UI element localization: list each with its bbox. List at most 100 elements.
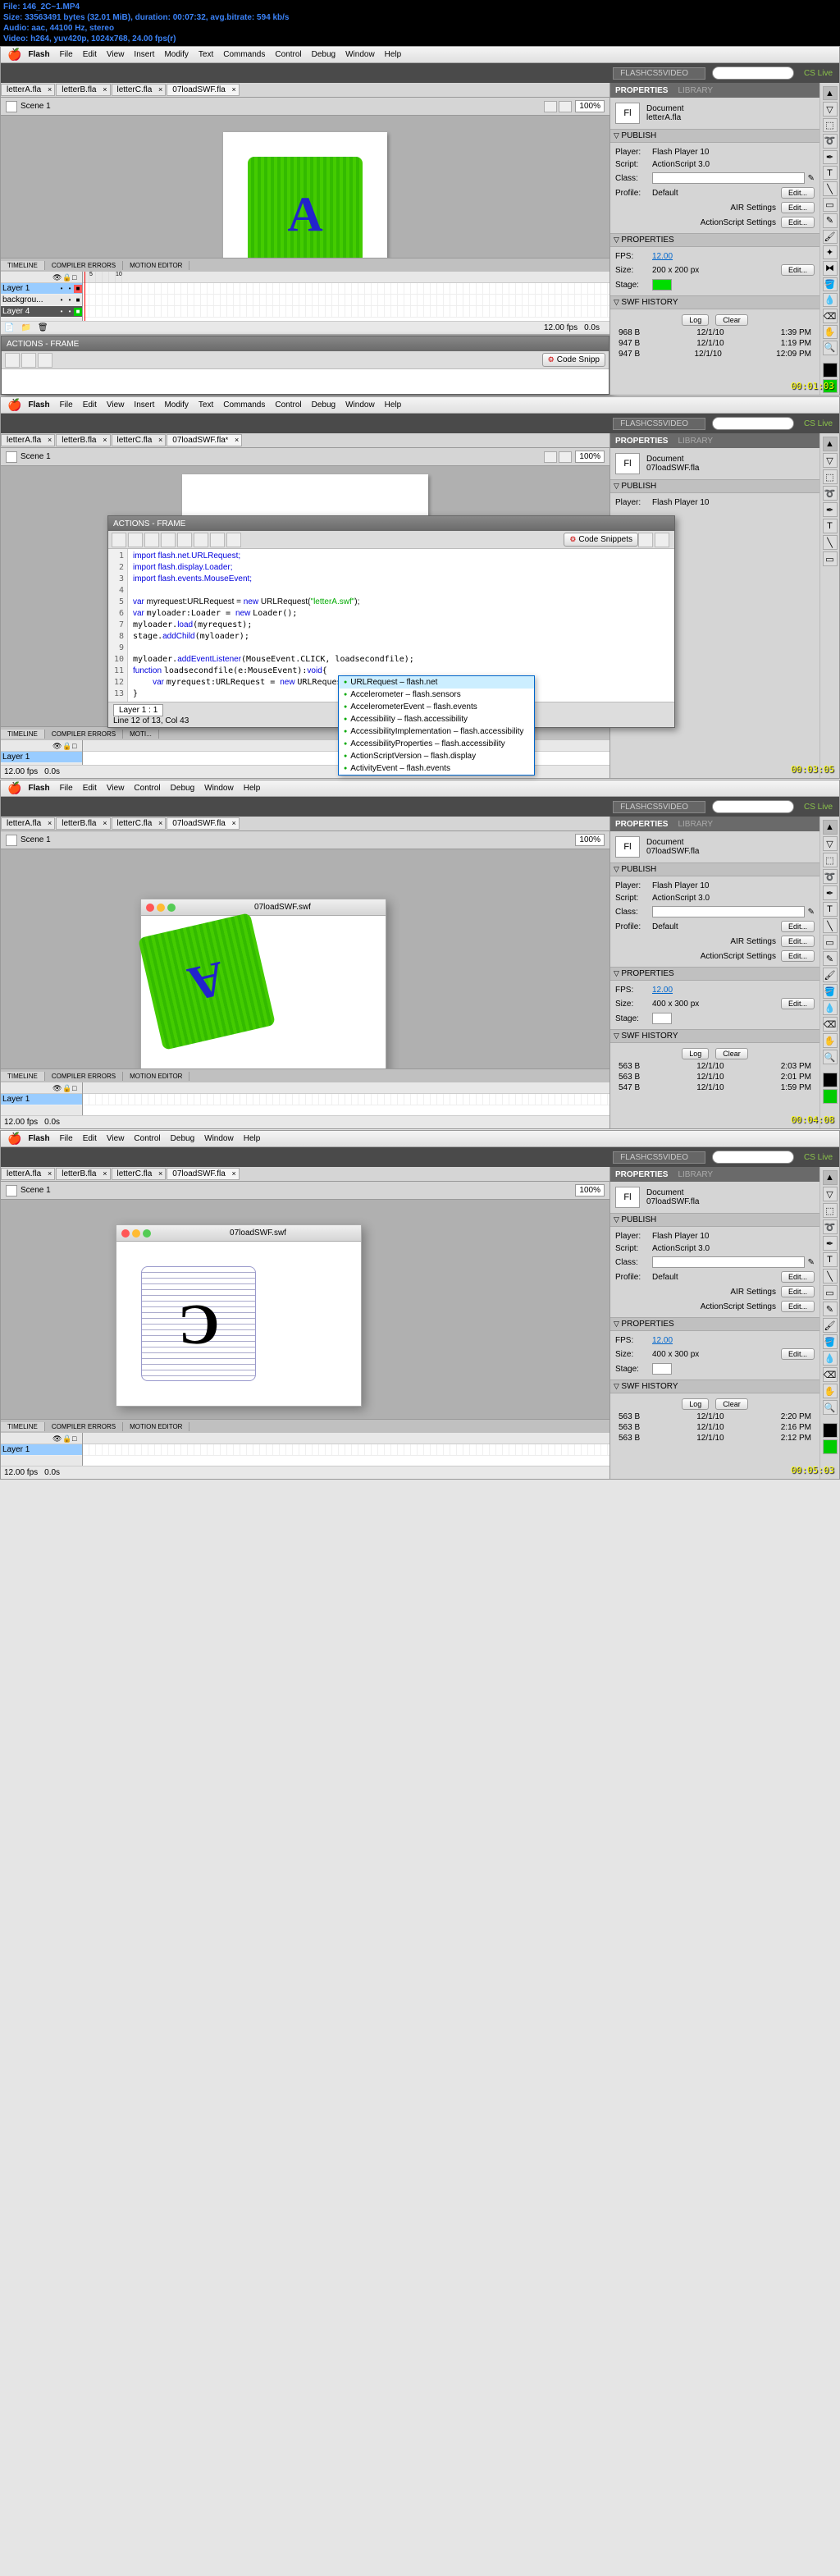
log-button[interactable]: Log [682, 314, 709, 326]
rectangle-tool[interactable]: ▭ [823, 1285, 838, 1300]
workspace-dropdown[interactable]: FLASHCS5VIDEO [613, 67, 705, 80]
workspace-dropdown[interactable]: FLASHCS5VIDEO [613, 801, 705, 813]
layer-row[interactable]: Layer 4••■ [1, 306, 82, 318]
edit-button[interactable]: Edit... [781, 998, 815, 1009]
motion-editor-tab[interactable]: MOTION EDITOR [123, 1072, 189, 1081]
edit-button[interactable]: Edit... [781, 264, 815, 276]
free-transform-tool[interactable]: ⬚ [823, 118, 838, 132]
tab-letterb[interactable]: letterB.fla× [56, 434, 110, 446]
properties-tab[interactable]: PROPERTIES [615, 1170, 668, 1179]
green-letter-box[interactable]: A [248, 157, 363, 258]
cslive-button[interactable]: CS Live [804, 1153, 833, 1162]
motion-editor-tab[interactable]: MOTION EDITOR [123, 1422, 189, 1431]
edit-button[interactable]: Edit... [781, 921, 815, 932]
free-transform-tool[interactable]: ⬚ [823, 469, 838, 484]
swf-titlebar[interactable]: 07loadSWF.swf [141, 899, 386, 916]
autocomplete-item[interactable]: ActionScriptVersion – flash.display [339, 750, 534, 762]
menu-text[interactable]: Text [199, 50, 213, 59]
zoom-dropdown[interactable]: 100% [575, 834, 605, 846]
lasso-tool[interactable]: ➰ [823, 1219, 838, 1234]
tab-07loadswf[interactable]: 07loadSWF.fla× [167, 1168, 239, 1180]
fps-value[interactable]: 12.00 [652, 1336, 673, 1345]
tab-letterc[interactable]: letterC.fla× [112, 84, 167, 96]
menu-window[interactable]: Window [204, 1134, 234, 1143]
search-field[interactable] [712, 417, 794, 430]
clear-button[interactable]: Clear [715, 1398, 748, 1410]
text-tool[interactable]: T [823, 166, 838, 180]
apple-menu[interactable]: 🍎 [7, 48, 21, 62]
tab-lettera[interactable]: letterA.fla× [1, 84, 55, 96]
class-input[interactable] [652, 906, 805, 917]
lasso-tool[interactable]: ➰ [823, 869, 838, 884]
log-button[interactable]: Log [682, 1398, 709, 1410]
fps-value[interactable]: 12.00 [652, 252, 673, 261]
edit-scene-icon[interactable] [544, 101, 557, 112]
menu-edit[interactable]: Edit [83, 1134, 97, 1143]
find-icon[interactable] [21, 353, 36, 368]
lock-icon[interactable]: 🔒 [62, 273, 71, 281]
apple-menu[interactable]: 🍎 [7, 398, 21, 412]
menu-control[interactable]: Control [134, 1134, 160, 1143]
eyedropper-tool[interactable]: 💧 [823, 293, 838, 307]
app-menu[interactable]: Flash [28, 1134, 49, 1143]
menu-insert[interactable]: Insert [134, 50, 154, 59]
subselection-tool[interactable]: ▽ [823, 836, 838, 851]
line-tool[interactable]: ╲ [823, 535, 838, 550]
stage-color-swatch[interactable] [652, 1363, 672, 1375]
zoom-icon[interactable] [143, 1229, 151, 1238]
tab-lettera[interactable]: letterA.fla× [1, 434, 55, 446]
autocomplete-popup[interactable]: URLRequest – flash.net Accelerometer – f… [338, 675, 535, 776]
library-tab[interactable]: LIBRARY [678, 437, 713, 446]
edit-button[interactable]: Edit... [781, 1271, 815, 1283]
eraser-tool[interactable]: ⌫ [823, 309, 838, 323]
zoom-tool[interactable]: 🔍 [823, 1050, 838, 1064]
search-field[interactable] [712, 1151, 794, 1164]
properties-section[interactable]: ▽ PROPERTIES [610, 233, 819, 247]
menu-edit[interactable]: Edit [83, 400, 97, 410]
clear-button[interactable]: Clear [715, 1048, 748, 1059]
stage-color-swatch[interactable] [652, 279, 672, 291]
delete-layer-icon[interactable]: 🗑 [38, 323, 48, 332]
zoom-tool[interactable]: 🔍 [823, 1400, 838, 1415]
stage-color-swatch[interactable] [652, 1013, 672, 1024]
tab-lettera[interactable]: letterA.fla× [1, 817, 55, 830]
compiler-errors-tab[interactable]: COMPILER ERRORS [45, 730, 123, 739]
menu-file[interactable]: File [60, 400, 73, 410]
menu-debug[interactable]: Debug [312, 50, 336, 59]
search-field[interactable] [712, 66, 794, 80]
selection-tool[interactable]: ▲ [823, 437, 838, 451]
edit-scene-icon[interactable] [544, 451, 557, 463]
minimize-icon[interactable] [157, 904, 165, 912]
menu-edit[interactable]: Edit [83, 50, 97, 59]
swf-preview-window[interactable]: 07loadSWF.swf A [140, 899, 386, 1068]
paint-bucket-tool[interactable]: 🪣 [823, 984, 838, 999]
code-snippets-button[interactable]: Code Snippets [564, 533, 638, 547]
edit-button[interactable]: Edit... [781, 950, 815, 962]
selection-tool[interactable]: ▲ [823, 1170, 838, 1185]
apple-menu[interactable]: 🍎 [7, 781, 21, 795]
apple-menu[interactable]: 🍎 [7, 1132, 21, 1146]
layer-row[interactable]: Layer 1••■ [1, 283, 82, 295]
menu-file[interactable]: File [60, 1134, 73, 1143]
cslive-button[interactable]: CS Live [804, 419, 833, 428]
text-tool[interactable]: T [823, 519, 838, 533]
compiler-errors-tab[interactable]: COMPILER ERRORS [45, 1422, 123, 1431]
edit-symbol-icon[interactable] [559, 101, 572, 112]
motion-editor-tab[interactable]: MOTION EDITOR [123, 261, 189, 270]
edit-button[interactable]: Edit... [781, 1301, 815, 1312]
rectangle-tool[interactable]: ▭ [823, 198, 838, 212]
properties-tab[interactable]: PROPERTIES [615, 437, 668, 446]
edit-button[interactable]: Edit... [781, 217, 815, 228]
target-icon[interactable] [38, 353, 52, 368]
timeline-tab[interactable]: TIMELINE [1, 261, 45, 270]
autocomplete-item[interactable]: Accessibility – flash.accessibility [339, 713, 534, 725]
find-icon[interactable] [128, 533, 143, 547]
edit-button[interactable]: Edit... [781, 1286, 815, 1297]
target-icon[interactable] [144, 533, 159, 547]
menu-file[interactable]: File [60, 784, 73, 793]
tab-letterc[interactable]: letterC.fla× [112, 1168, 167, 1180]
brush-tool[interactable]: 🖌 [823, 1318, 838, 1333]
cslive-button[interactable]: CS Live [804, 803, 833, 812]
menu-debug[interactable]: Debug [171, 1134, 194, 1143]
check-syntax-icon[interactable] [161, 533, 176, 547]
